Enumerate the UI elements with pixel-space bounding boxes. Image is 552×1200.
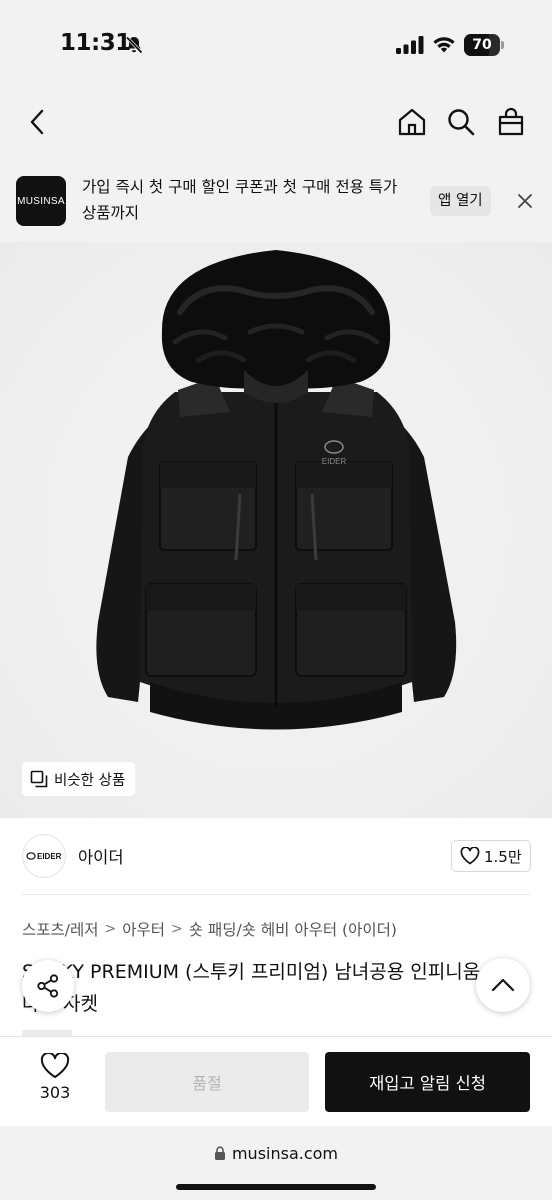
brand-name[interactable]: 아이더 (78, 844, 124, 868)
chevron-right-icon: > (104, 921, 117, 937)
browser-url-bar: musinsa.com (0, 1126, 552, 1200)
copy-squares-icon (30, 770, 48, 788)
jacket-illustration: EIDER (0, 242, 552, 818)
similar-products-label: 비슷한 상품 (54, 772, 126, 789)
breadcrumb: 스포츠/레저 > 아우터 > 숏 패딩/숏 헤비 아우터 (아이더) (22, 918, 397, 940)
heart-icon (460, 847, 480, 865)
battery-icon: 70 (464, 34, 504, 56)
brand-logo[interactable]: EIDER (22, 834, 66, 878)
home-indicator (176, 1184, 376, 1190)
cart-button[interactable] (493, 104, 529, 140)
signal-icon (396, 36, 424, 54)
musinsa-logo: MUSINSA (16, 176, 66, 226)
jacket-brand-mark: EIDER (322, 457, 347, 466)
close-icon (518, 194, 532, 208)
banner-close-button[interactable] (512, 188, 538, 214)
banner-message: 가입 즉시 첫 구매 할인 쿠폰과 첫 구매 전용 특가 상품까지 (82, 178, 398, 222)
home-button[interactable] (394, 104, 430, 140)
eider-logo-icon: EIDER (26, 852, 62, 861)
breadcrumb-item[interactable]: 스포츠/레저 (22, 918, 99, 940)
chevron-up-icon (491, 978, 515, 992)
status-bar: 11:31 70 (0, 0, 552, 90)
soldout-button: 품절 (105, 1052, 309, 1112)
wishlist-button[interactable]: 303 (28, 1053, 82, 1102)
brand-like-button[interactable]: 1.5만 (451, 840, 531, 872)
brand-logo-text: EIDER (37, 852, 62, 861)
breadcrumb-item[interactable]: 아우터 (122, 918, 165, 940)
heart-icon (40, 1053, 70, 1078)
share-button[interactable] (22, 960, 74, 1012)
lock-icon (214, 1146, 225, 1160)
product-image[interactable]: EIDER 비슷한 상품 (0, 242, 552, 818)
brand-row: EIDER 아이더 1.5만 (0, 818, 552, 896)
product-title: STOKY PREMIUM (스투키 프리미엄) 남녀공용 인피니움 다운 자켓 (22, 961, 481, 1015)
purchase-action-bar: 303 품절 재입고 알림 신청 (0, 1036, 552, 1126)
top-navigation (0, 90, 552, 158)
battery-level: 70 (472, 37, 492, 53)
divider (22, 894, 530, 895)
chevron-right-icon: > (171, 921, 183, 937)
url-field[interactable]: musinsa.com (0, 1144, 552, 1163)
wishlist-count: 303 (39, 1083, 71, 1102)
similar-products-button[interactable]: 비슷한 상품 (22, 762, 136, 796)
back-chevron-icon (30, 109, 44, 135)
status-time: 11:31 (60, 30, 131, 56)
restock-alert-button[interactable]: 재입고 알림 신청 (325, 1052, 530, 1112)
bell-slash-icon (125, 36, 143, 54)
open-app-button[interactable]: 앱 열기 (430, 186, 491, 216)
back-button[interactable] (20, 104, 56, 140)
shopping-bag-icon (498, 107, 524, 136)
share-icon (37, 974, 59, 998)
breadcrumb-item[interactable]: 숏 패딩/숏 헤비 아우터 (아이더) (189, 918, 397, 940)
search-button[interactable] (443, 104, 479, 140)
brand-like-count: 1.5만 (484, 847, 522, 866)
home-icon (398, 108, 426, 136)
app-install-banner: MUSINSA 가입 즉시 첫 구매 할인 쿠폰과 첫 구매 전용 특가 상품까… (0, 158, 552, 242)
search-icon (448, 109, 475, 136)
scroll-to-top-button[interactable] (476, 958, 530, 1012)
wifi-icon (433, 37, 455, 53)
url-text: musinsa.com (231, 1144, 339, 1163)
